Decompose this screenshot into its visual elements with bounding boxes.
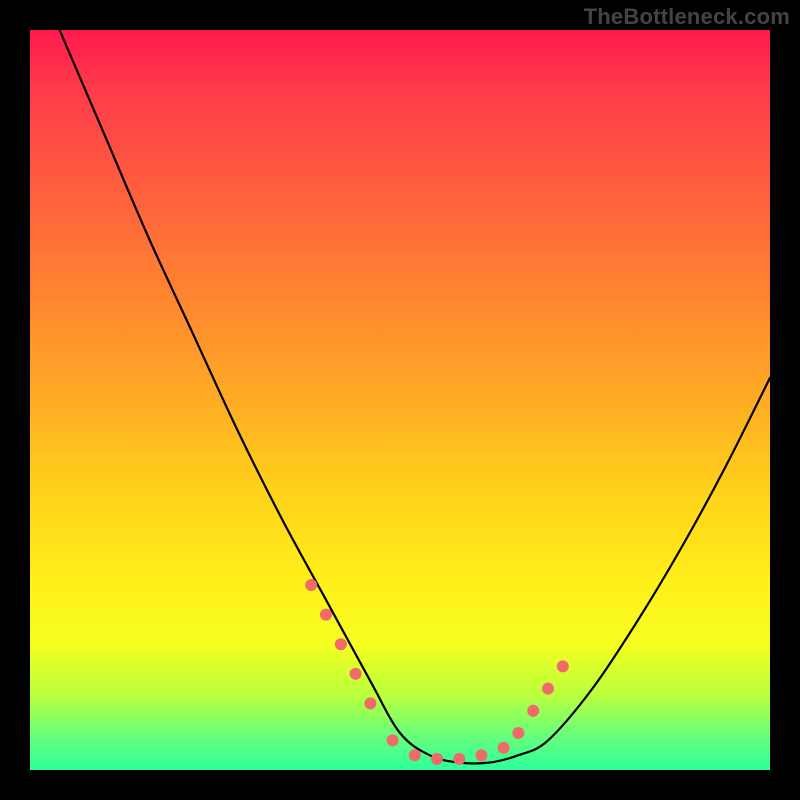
highlight-dot bbox=[498, 742, 510, 754]
highlight-dot bbox=[305, 579, 317, 591]
highlight-dot bbox=[409, 749, 421, 761]
curve-svg bbox=[30, 30, 770, 770]
highlight-dot bbox=[557, 660, 569, 672]
highlight-dot bbox=[527, 705, 539, 717]
plot-area bbox=[30, 30, 770, 770]
highlight-dots bbox=[305, 579, 569, 765]
chart-frame: TheBottleneck.com bbox=[0, 0, 800, 800]
highlight-dot bbox=[364, 697, 376, 709]
highlight-dot bbox=[542, 683, 554, 695]
attribution-label: TheBottleneck.com bbox=[584, 4, 790, 30]
highlight-dot bbox=[350, 668, 362, 680]
highlight-dot bbox=[431, 753, 443, 765]
highlight-dot bbox=[512, 727, 524, 739]
highlight-dot bbox=[320, 609, 332, 621]
highlight-dot bbox=[387, 734, 399, 746]
highlight-dot bbox=[335, 638, 347, 650]
highlight-dot bbox=[453, 753, 465, 765]
highlight-dot bbox=[475, 749, 487, 761]
bottleneck-curve bbox=[60, 30, 770, 764]
